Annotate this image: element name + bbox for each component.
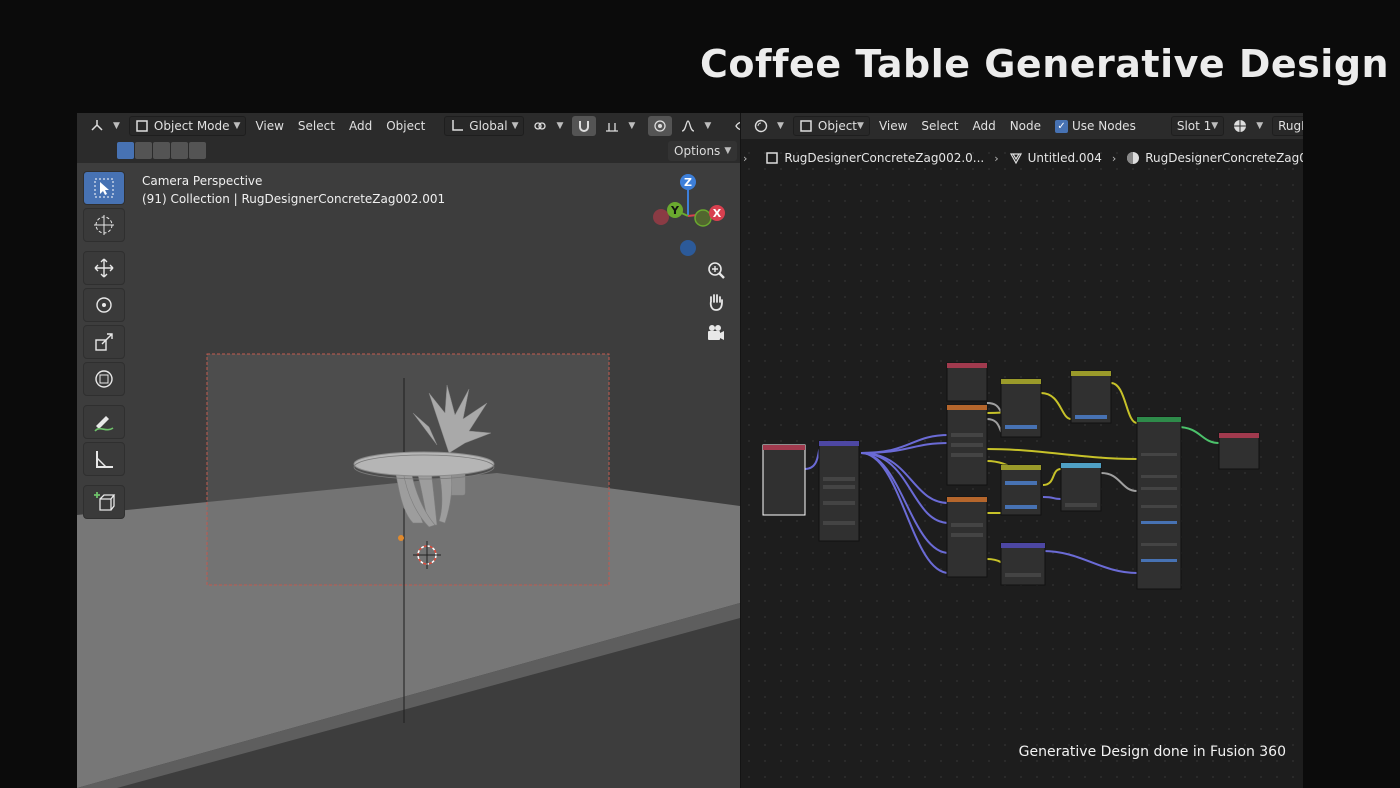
camera-icon: [708, 325, 724, 340]
select-new-button[interactable]: [117, 142, 134, 159]
origin-point: [398, 535, 404, 541]
options-label: Options: [674, 144, 721, 158]
pencil-icon: [94, 416, 114, 432]
node-bump: [1060, 462, 1102, 512]
snap-target-button[interactable]: ▼: [600, 116, 640, 136]
node-principled-bsdf: [1136, 416, 1182, 590]
select-extend-button[interactable]: [135, 142, 152, 159]
tool-scale[interactable]: [83, 325, 125, 359]
gizmo-x-label: X: [713, 207, 722, 220]
menu-object[interactable]: Object: [381, 116, 430, 136]
orientation-label: Global: [469, 119, 508, 133]
add-cube-icon: [94, 492, 116, 511]
node-graph: [762, 362, 1260, 590]
cursor-icon: [94, 215, 114, 235]
magnet-icon: [579, 121, 590, 132]
axis-editor-icon: [91, 120, 103, 131]
rotate-icon: [96, 297, 112, 313]
tool-cursor[interactable]: [83, 208, 125, 242]
slide-title: Coffee Table Generative Design: [700, 42, 1390, 86]
selection-mode-buttons: [117, 142, 206, 159]
pivot-button[interactable]: ▼: [528, 116, 568, 136]
slide-caption: Generative Design done in Fusion 360: [1018, 744, 1286, 760]
cube-mode-icon: [136, 120, 148, 132]
node-mix-1: [1000, 378, 1042, 438]
snap-grid-icon: [606, 123, 619, 132]
mode-label: Object Mode: [153, 119, 230, 133]
shader-node-editor[interactable]: ▼ Object ▼ View Select Add Node ✓ Use Nod…: [741, 113, 1303, 788]
menu-select[interactable]: Select: [293, 116, 340, 136]
view-name: Camera Perspective: [142, 174, 263, 188]
tool-shelf: [83, 171, 125, 522]
tool-measure[interactable]: [83, 442, 125, 476]
visibility-dropdown[interactable]: ▼: [730, 116, 740, 136]
orientation-icon: [452, 120, 464, 131]
camera-view-button[interactable]: [703, 320, 729, 346]
viewport-subheader: Options ▼: [77, 139, 740, 163]
node-material-output: [1218, 432, 1260, 470]
viewport-info: Camera Perspective (91) Collection | Rug…: [142, 172, 445, 208]
falloff-curve-icon: [682, 120, 695, 132]
node-mix-2: [1070, 370, 1112, 424]
tool-transform[interactable]: [83, 362, 125, 396]
zoom-button[interactable]: [703, 258, 729, 284]
node-mapping: [818, 440, 860, 542]
node-texture-coordinate: [762, 444, 806, 516]
viewport-header: ▼ Object Mode ▼ View Select Add Object Gl…: [77, 113, 740, 139]
select-subtract-button[interactable]: [153, 142, 170, 159]
node-normal-map: [1000, 542, 1046, 586]
proportional-icon: [654, 120, 666, 132]
node-invert: [1000, 464, 1042, 516]
select-invert-button[interactable]: [171, 142, 188, 159]
transform-icon: [95, 370, 113, 388]
pan-button[interactable]: [703, 289, 729, 315]
menu-view[interactable]: View: [250, 116, 288, 136]
tool-rotate[interactable]: [83, 288, 125, 322]
gizmo-y-label: Y: [670, 204, 680, 217]
zoom-icon: [708, 262, 725, 279]
table-top: [353, 451, 495, 477]
tool-add-cube[interactable]: [83, 485, 125, 519]
3d-viewport[interactable]: ▼ Object Mode ▼ View Select Add Object Gl…: [77, 113, 740, 788]
options-dropdown[interactable]: Options ▼: [668, 141, 738, 161]
orientation-dropdown[interactable]: Global ▼: [444, 116, 525, 136]
hand-icon: [709, 294, 723, 311]
node-image-texture-2: [946, 404, 988, 486]
tool-select-box[interactable]: [83, 171, 125, 205]
scale-icon: [95, 333, 113, 351]
navigation-gizmo[interactable]: Z Y X: [649, 170, 727, 260]
link-icon: [534, 122, 547, 130]
snap-toggle[interactable]: [572, 116, 597, 136]
select-cursor-icon: [94, 178, 114, 198]
editor-type-button[interactable]: ▼: [85, 116, 125, 136]
move-icon: [94, 258, 114, 278]
ruler-icon: [96, 451, 113, 468]
gizmo-z-label: Z: [684, 176, 692, 189]
tool-move[interactable]: [83, 251, 125, 285]
collection-info: (91) Collection | RugDesignerConcreteZag…: [142, 192, 446, 206]
node-image-texture-1: [946, 362, 988, 402]
tool-annotate[interactable]: [83, 405, 125, 439]
menu-add[interactable]: Add: [344, 116, 377, 136]
node-image-texture-3: [946, 496, 988, 578]
select-intersect-button[interactable]: [189, 142, 206, 159]
proportional-edit-toggle[interactable]: [648, 116, 673, 136]
mode-dropdown[interactable]: Object Mode ▼: [128, 116, 247, 136]
falloff-dropdown[interactable]: ▼: [676, 116, 716, 136]
navigation-buttons: [703, 258, 733, 351]
scene-render: [77, 353, 740, 788]
